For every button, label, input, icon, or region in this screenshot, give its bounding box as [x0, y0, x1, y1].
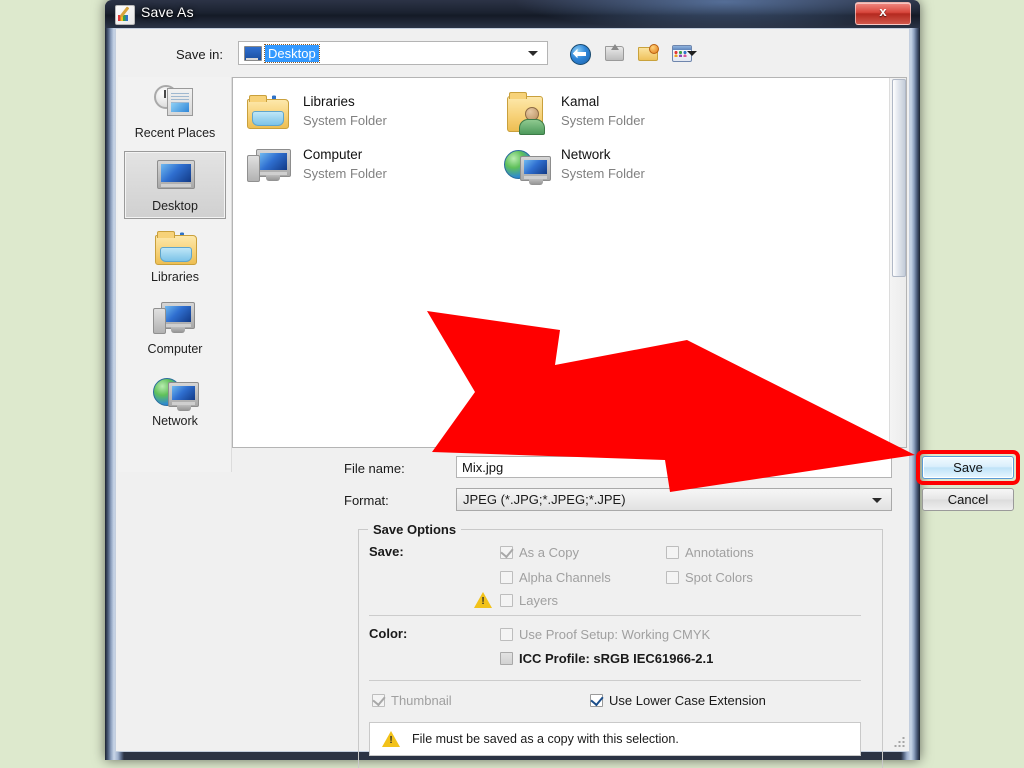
- file-list-items: Libraries System Folder Kamal System Fol…: [233, 78, 890, 447]
- sidebar-item-computer[interactable]: Computer: [124, 295, 226, 363]
- checkbox-label: Layers: [519, 593, 559, 608]
- format-label: Format:: [344, 493, 389, 508]
- warning-message-text: File must be saved as a copy with this s…: [412, 732, 679, 746]
- list-item[interactable]: Kamal System Folder: [503, 88, 763, 142]
- views-icon[interactable]: [670, 41, 697, 65]
- checkbox-box[interactable]: [590, 692, 604, 707]
- window-title: Save As: [141, 4, 194, 20]
- format-value: JPEG (*.JPG;*.JPEG;*.JPE): [463, 492, 626, 507]
- checkbox-label: Thumbnail: [391, 693, 452, 708]
- save-section-label: Save:: [369, 544, 404, 559]
- chevron-down-icon[interactable]: [528, 51, 538, 56]
- file-name-input[interactable]: Mix.jpg: [456, 456, 892, 478]
- checkbox-label: As a Copy: [519, 545, 579, 560]
- checkbox-box[interactable]: [372, 692, 386, 707]
- back-icon[interactable]: [568, 41, 592, 65]
- format-combobox[interactable]: JPEG (*.JPG;*.JPEG;*.JPE): [456, 488, 892, 511]
- screenshot-root: Save As x Save in: Desktop Recent Places…: [0, 0, 1024, 768]
- recent-places-icon: [151, 83, 199, 125]
- network-icon: [503, 144, 551, 190]
- computer-icon: [151, 299, 199, 341]
- new-folder-icon[interactable]: [636, 41, 660, 65]
- save-options-legend: Save Options: [368, 522, 462, 537]
- list-item[interactable]: Computer System Folder: [245, 141, 505, 195]
- file-list-scrollbar[interactable]: [889, 78, 906, 447]
- sidebar-item-label: Network: [152, 414, 198, 428]
- checkbox-label: Annotations: [685, 545, 754, 560]
- warning-triangle-icon: [474, 592, 492, 608]
- sidebar-item-recent-places[interactable]: Recent Places: [124, 79, 226, 147]
- color-section-label: Color:: [369, 626, 408, 641]
- navigation-toolbar: [564, 39, 714, 67]
- up-folder-icon[interactable]: [602, 41, 626, 65]
- sidebar-item-label: Computer: [147, 342, 203, 356]
- list-item-name: Computer: [303, 147, 363, 162]
- save-button[interactable]: Save: [922, 456, 1014, 479]
- list-item-subtitle: System Folder: [561, 166, 645, 181]
- save-in-label: Save in:: [176, 47, 223, 62]
- save-as-dialog: Save As x Save in: Desktop Recent Places…: [105, 0, 1020, 768]
- sidebar-item-desktop[interactable]: Desktop: [124, 151, 226, 219]
- desktop-icon: [244, 46, 262, 61]
- checkbox-box[interactable]: [500, 544, 514, 559]
- titlebar-glow: [105, 0, 920, 28]
- places-sidebar: Recent Places Desktop Libraries Computer…: [118, 77, 232, 472]
- save-in-combobox[interactable]: Desktop: [238, 41, 548, 65]
- dialog-client-area: Save in: Desktop Recent Places Desktop L…: [115, 28, 1020, 768]
- save-in-row: Save in: Desktop: [116, 41, 911, 71]
- save-in-value: Desktop: [264, 44, 320, 63]
- divider: [369, 615, 861, 616]
- close-button[interactable]: x: [855, 2, 911, 25]
- chevron-down-icon[interactable]: [872, 498, 882, 503]
- sidebar-item-network[interactable]: Network: [124, 367, 226, 435]
- chevron-down-icon: [687, 51, 697, 56]
- checkbox-box[interactable]: [500, 652, 513, 665]
- checkbox-box[interactable]: [500, 594, 513, 607]
- checkbox-label: Spot Colors: [685, 570, 753, 585]
- divider: [369, 680, 861, 681]
- list-item-name: Libraries: [303, 94, 355, 109]
- warning-triangle-icon: [382, 731, 400, 747]
- checkbox-box[interactable]: [500, 628, 513, 641]
- libraries-icon: [151, 227, 199, 269]
- checkbox-box[interactable]: [500, 571, 513, 584]
- title-bar: Save As x: [105, 0, 920, 28]
- list-item-name: Network: [561, 147, 611, 162]
- list-item-subtitle: System Folder: [303, 113, 387, 128]
- checkbox-box[interactable]: [666, 571, 679, 584]
- file-list[interactable]: Libraries System Folder Kamal System Fol…: [232, 77, 907, 448]
- computer-icon: [245, 144, 293, 190]
- list-item[interactable]: Network System Folder: [503, 141, 763, 195]
- checkbox-label: ICC Profile: sRGB IEC61966-2.1: [519, 651, 714, 666]
- user-folder-icon: [503, 91, 551, 137]
- list-item-subtitle: System Folder: [303, 166, 387, 181]
- cancel-button[interactable]: Cancel: [922, 488, 1014, 511]
- checkbox-label: Use Lower Case Extension: [609, 693, 766, 708]
- checkbox-label: Use Proof Setup: Working CMYK: [519, 627, 711, 642]
- list-item[interactable]: Libraries System Folder: [245, 88, 505, 142]
- paint-palette-icon: [115, 5, 135, 25]
- sidebar-item-label: Desktop: [152, 199, 198, 213]
- sidebar-item-label: Libraries: [151, 270, 199, 284]
- resize-grip[interactable]: [894, 736, 906, 748]
- desktop-icon: [151, 156, 199, 198]
- checkbox-box[interactable]: [666, 546, 679, 559]
- list-item-subtitle: System Folder: [561, 113, 645, 128]
- close-icon: x: [879, 4, 887, 19]
- libraries-icon: [245, 91, 293, 137]
- warning-message-box: File must be saved as a copy with this s…: [369, 722, 861, 756]
- sidebar-item-label: Recent Places: [134, 126, 216, 140]
- file-name-label: File name:: [344, 461, 405, 476]
- list-item-name: Kamal: [561, 94, 600, 109]
- checkbox-label: Alpha Channels: [519, 570, 611, 585]
- scrollbar-thumb[interactable]: [892, 79, 906, 277]
- network-icon: [151, 371, 199, 413]
- sidebar-item-libraries[interactable]: Libraries: [124, 223, 226, 291]
